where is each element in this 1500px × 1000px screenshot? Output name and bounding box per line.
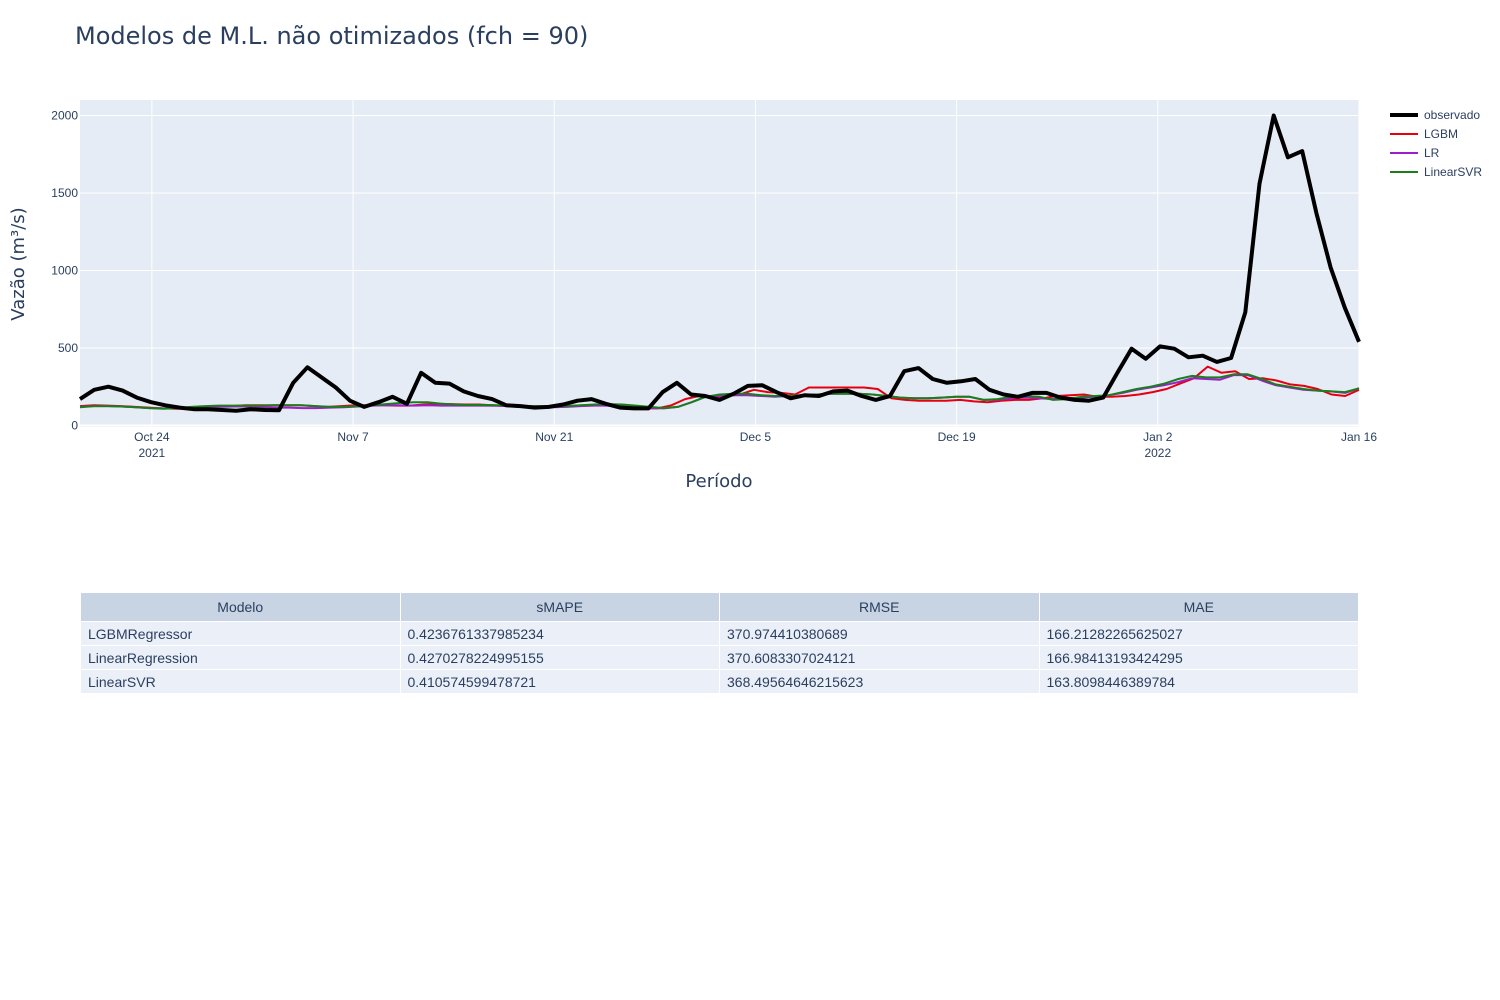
- table-header-cell[interactable]: Modelo: [80, 592, 401, 622]
- table-header-cell[interactable]: RMSE: [719, 592, 1040, 622]
- x-axis-title: Período: [685, 471, 752, 492]
- x-tick-label: Nov 21: [535, 430, 573, 444]
- table-cell: LinearRegression: [80, 645, 401, 670]
- table-cell: 370.974410380689: [719, 621, 1040, 646]
- x-tick-label: Dec 5: [740, 430, 772, 444]
- table-cell: 0.4270278224995155: [399, 645, 720, 670]
- x-tick-label: Dec 19: [938, 430, 976, 444]
- table-cell: LinearSVR: [80, 669, 401, 694]
- table-row: LinearSVR 0.410574599478721 368.49564646…: [80, 669, 1359, 694]
- table-header-cell[interactable]: sMAPE: [399, 592, 720, 622]
- legend-label: LinearSVR: [1424, 165, 1482, 179]
- x-tick-label: Jan 16: [1341, 430, 1377, 444]
- plot-area: [80, 100, 1359, 427]
- legend-item-lr[interactable]: LR: [1390, 146, 1440, 160]
- y-axis-title: Vazão (m³/s): [8, 207, 29, 320]
- x-tick-label: Oct 24: [134, 430, 170, 444]
- table-cell: 368.49564646215623: [719, 669, 1040, 694]
- y-tick-label: 0: [71, 418, 78, 432]
- table-header-row: Modelo sMAPE RMSE MAE: [80, 592, 1359, 622]
- y-tick-label: 1500: [51, 186, 78, 200]
- legend-item-observado[interactable]: observado: [1390, 108, 1480, 122]
- legend-label: observado: [1424, 108, 1480, 122]
- legend[interactable]: observado LGBM LR LinearSVR: [1390, 108, 1482, 179]
- table-cell: LGBMRegressor: [80, 621, 401, 646]
- y-tick-label: 2000: [51, 108, 78, 122]
- table-cell: 166.98413193424295: [1038, 645, 1359, 670]
- table-cell: 0.4236761337985234: [399, 621, 720, 646]
- table-cell: 370.6083307024121: [719, 645, 1040, 670]
- table-row: LinearRegression 0.4270278224995155 370.…: [80, 645, 1359, 670]
- x-tick-label: Nov 7: [337, 430, 369, 444]
- legend-item-lgbm[interactable]: LGBM: [1390, 127, 1458, 141]
- legend-item-linearsvr[interactable]: LinearSVR: [1390, 165, 1482, 179]
- line-chart[interactable]: 0 500 1000 1500 2000 Oct 24 2021 Nov 7 Nov 21 Dec…: [0, 0, 1500, 560]
- legend-label: LGBM: [1424, 127, 1458, 141]
- metrics-table: Modelo sMAPE RMSE MAE LGBMRegressor 0.42…: [80, 592, 1359, 694]
- legend-label: LR: [1424, 146, 1440, 160]
- x-tick-label: Jan 2: [1143, 430, 1173, 444]
- x-tick-year-label: 2021: [139, 446, 166, 460]
- table-cell: 0.410574599478721: [399, 669, 720, 694]
- table-cell: 166.21282265625027: [1038, 621, 1359, 646]
- y-tick-label: 500: [58, 341, 78, 355]
- y-tick-label: 1000: [51, 263, 78, 277]
- table-header-cell[interactable]: MAE: [1038, 592, 1359, 622]
- table-cell: 163.8098446389784: [1038, 669, 1359, 694]
- x-tick-year-label: 2022: [1144, 446, 1171, 460]
- table-row: LGBMRegressor 0.4236761337985234 370.974…: [80, 621, 1359, 646]
